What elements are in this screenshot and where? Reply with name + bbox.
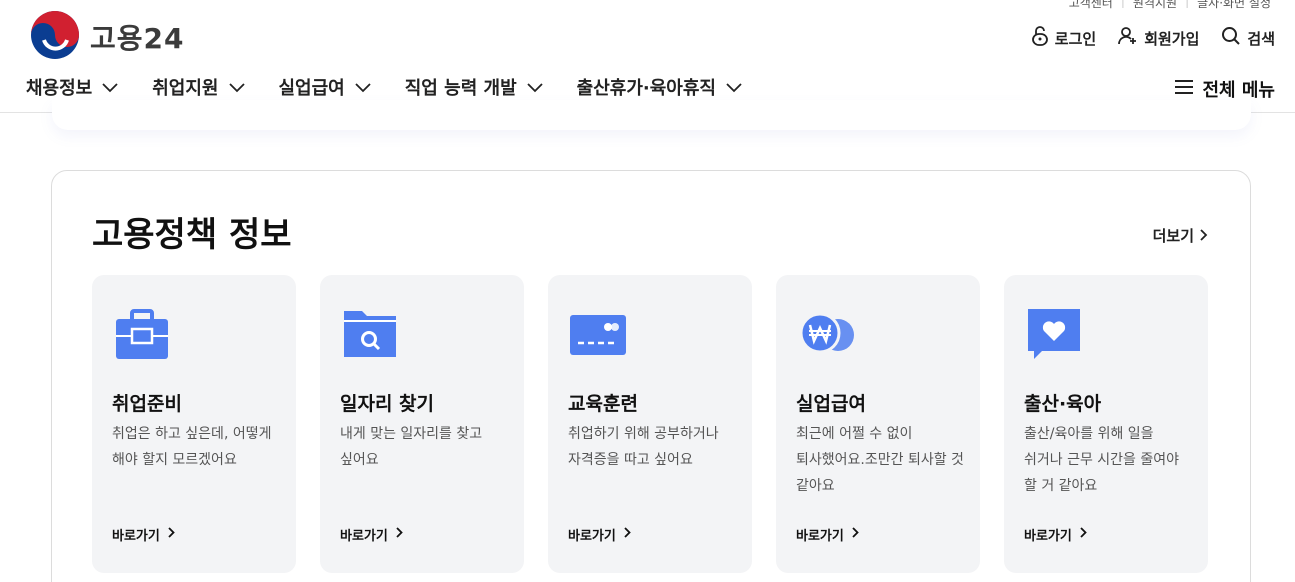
chevron-down-icon — [102, 77, 118, 98]
more-link[interactable]: 더보기 — [1153, 225, 1208, 246]
login-label: 로그인 — [1054, 29, 1097, 48]
top-actions: 로그인 회원가입 검색 — [1031, 26, 1275, 50]
nav-item-unemployment-benefit[interactable]: 실업급여 — [279, 74, 371, 100]
card-description: 취업하기 위해 공부하거나 자격증을 따고 싶어요 — [568, 426, 719, 468]
utility-separator: | — [1185, 0, 1190, 8]
employment-policy-section: 고용정책 정보 더보기 취업준비 취업은 하고 싶은데, 어떻게 해야 할지 모… — [51, 170, 1251, 582]
card-link-label: 바로가기 — [340, 529, 388, 544]
chevron-down-icon — [726, 77, 742, 98]
card-description: 출산/육아를 위해 일을 쉬거나 근무 시간을 줄여야 할 거 같아요 — [1024, 426, 1180, 494]
chevron-right-icon — [1200, 227, 1208, 245]
nav-item-label: 실업급여 — [278, 78, 345, 99]
card-description: 취업은 하고 싶은데, 어떻게 해야 할지 모르겠어요 — [112, 426, 272, 468]
more-label: 더보기 — [1152, 227, 1194, 245]
card-shortcut-link[interactable]: 바로가기 — [112, 525, 175, 544]
heart-chat-icon — [1026, 305, 1082, 365]
folder-search-icon — [342, 305, 398, 365]
card-shortcut-link[interactable]: 바로가기 — [340, 525, 403, 544]
login-button[interactable]: 로그인 — [1031, 26, 1096, 50]
card-shortcut-link[interactable]: 바로가기 — [568, 525, 631, 544]
won-coin-icon — [798, 305, 856, 365]
taegeuk-logo-icon — [30, 10, 80, 64]
chevron-right-icon — [1080, 527, 1087, 542]
card-title: 실업급여 — [796, 393, 866, 415]
chevron-down-icon — [355, 77, 371, 98]
chevron-right-icon — [396, 527, 403, 542]
card-education-training[interactable]: 교육훈련 취업하기 위해 공부하거나 자격증을 따고 싶어요 바로가기 — [548, 275, 752, 573]
nav-item-label: 취업지원 — [152, 78, 219, 99]
nav-item-parental-leave[interactable]: 출산휴가·육아휴직 — [577, 74, 742, 100]
utility-remote-support[interactable]: 원격지원 — [1133, 0, 1177, 11]
main-nav: 채용정보 취업지원 실업급여 직업 능력 개발 출산휴가·육아휴직 — [26, 74, 742, 100]
utility-bar: 고객센터 | 원격지원 | 글자·화면 설정 — [1069, 0, 1271, 11]
card-link-label: 바로가기 — [1024, 529, 1072, 544]
all-menu-button[interactable]: 전체 메뉴 — [1174, 76, 1275, 102]
card-link-label: 바로가기 — [112, 529, 160, 544]
briefcase-icon — [114, 305, 170, 365]
previous-section-card — [52, 100, 1251, 130]
nav-item-jobs[interactable]: 채용정보 — [26, 74, 118, 100]
nav-item-label: 채용정보 — [26, 78, 93, 99]
chevron-right-icon — [624, 527, 631, 542]
card-shortcut-link[interactable]: 바로가기 — [1024, 525, 1087, 544]
lock-icon — [1031, 26, 1049, 50]
card-job-search[interactable]: 일자리 찾기 내게 맞는 일자리를 찾고 싶어요 바로가기 — [320, 275, 524, 573]
user-plus-icon — [1118, 26, 1138, 50]
chevron-right-icon — [852, 527, 859, 542]
search-icon — [1221, 26, 1241, 50]
logo-text: 고용24 — [90, 22, 185, 55]
all-menu-label: 전체 메뉴 — [1202, 80, 1275, 101]
search-button[interactable]: 검색 — [1221, 26, 1275, 50]
policy-card-list: 취업준비 취업은 하고 싶은데, 어떻게 해야 할지 모르겠어요 바로가기 일자… — [92, 275, 1208, 573]
card-unemployment-benefit[interactable]: 실업급여 최근에 어쩔 수 없이 퇴사했어요.조만간 퇴사할 것 같아요 바로가… — [776, 275, 980, 573]
utility-customer-center[interactable]: 고객센터 — [1069, 0, 1113, 11]
utility-separator: | — [1120, 0, 1125, 8]
hamburger-icon — [1174, 79, 1194, 100]
card-icon — [570, 305, 626, 365]
card-title: 일자리 찾기 — [340, 393, 435, 415]
nav-item-employment-support[interactable]: 취업지원 — [152, 74, 245, 100]
card-childbirth-parenting[interactable]: 출산·육아 출산/육아를 위해 일을 쉬거나 근무 시간을 줄여야 할 거 같아… — [1004, 275, 1208, 573]
card-shortcut-link[interactable]: 바로가기 — [796, 525, 859, 544]
card-title: 교육훈련 — [568, 393, 638, 415]
card-description: 내게 맞는 일자리를 찾고 싶어요 — [340, 426, 483, 468]
search-label: 검색 — [1247, 29, 1275, 48]
signup-label: 회원가입 — [1144, 29, 1200, 48]
card-title: 출산·육아 — [1024, 393, 1102, 415]
chevron-right-icon — [168, 527, 175, 542]
nav-item-label: 직업 능력 개발 — [404, 78, 517, 99]
card-title: 취업준비 — [112, 393, 182, 415]
section-title: 고용정책 정보 — [92, 215, 292, 255]
signup-button[interactable]: 회원가입 — [1118, 26, 1199, 50]
nav-item-vocational-training[interactable]: 직업 능력 개발 — [405, 74, 543, 100]
site-logo[interactable]: 고용24 — [30, 10, 185, 64]
card-link-label: 바로가기 — [796, 529, 844, 544]
nav-item-label: 출산휴가·육아휴직 — [576, 78, 716, 99]
utility-display-settings[interactable]: 글자·화면 설정 — [1197, 0, 1271, 11]
card-link-label: 바로가기 — [568, 529, 616, 544]
chevron-down-icon — [527, 77, 543, 98]
card-job-preparation[interactable]: 취업준비 취업은 하고 싶은데, 어떻게 해야 할지 모르겠어요 바로가기 — [92, 275, 296, 573]
chevron-down-icon — [228, 77, 245, 98]
card-description: 최근에 어쩔 수 없이 퇴사했어요.조만간 퇴사할 것 같아요 — [796, 426, 964, 494]
